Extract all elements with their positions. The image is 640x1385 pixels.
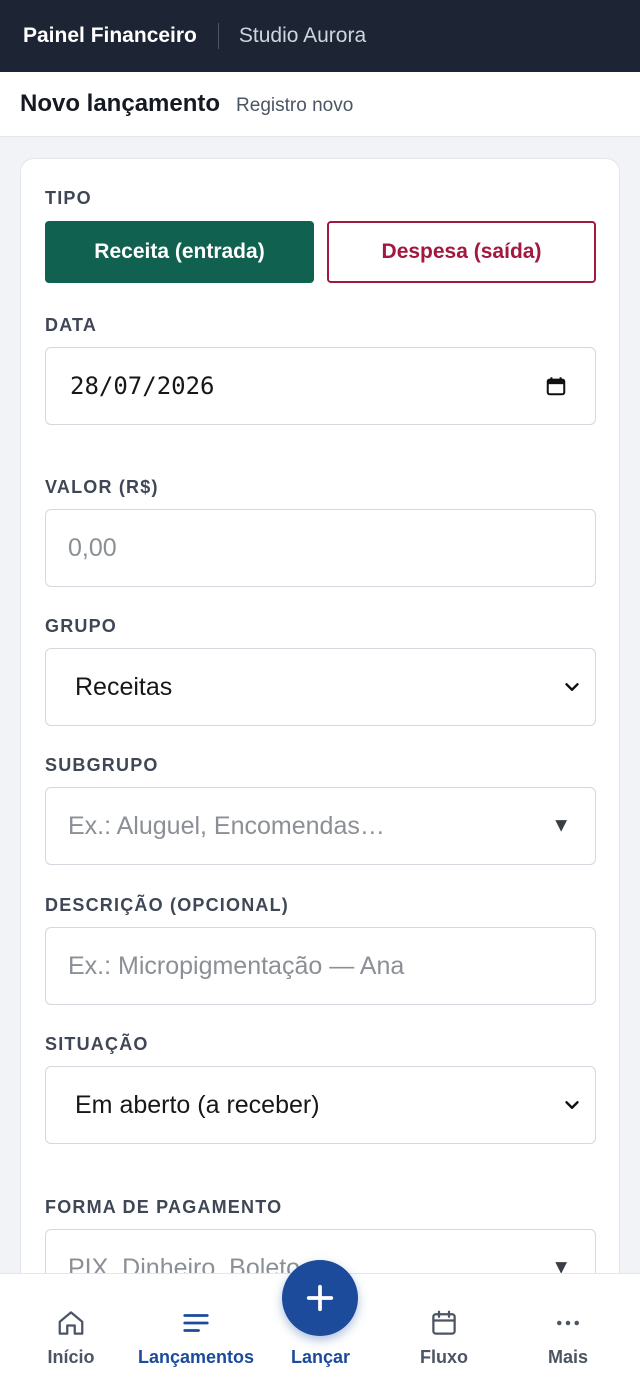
descricao-label: DESCRIÇÃO (OPCIONAL): [45, 895, 289, 915]
subgrupo-input[interactable]: Ex.: Aluguel, Encomendas… ▼: [45, 787, 596, 865]
chevron-down-icon: [565, 1101, 579, 1109]
valor-label: VALOR (R$): [45, 477, 159, 497]
situacao-select[interactable]: Em aberto (a receber): [45, 1066, 596, 1144]
subgrupo-label: SUBGRUPO: [45, 755, 159, 775]
more-icon: [557, 1320, 579, 1326]
date-input[interactable]: 28/07/2026: [45, 347, 596, 425]
calendar-icon[interactable]: [545, 375, 567, 397]
entry-form-card: TIPO Receita (entrada) Despesa (saída) D…: [20, 158, 620, 1307]
nav-fluxo-label: Fluxo: [420, 1347, 468, 1367]
descricao-input[interactable]: Ex.: Micropigmentação — Ana: [45, 927, 596, 1005]
nav-mais-label: Mais: [547, 1347, 589, 1367]
nav-fluxo[interactable]: Fluxo: [404, 1274, 484, 1385]
receita-button[interactable]: Receita (entrada): [45, 221, 314, 283]
lancar-fab-button[interactable]: [282, 1260, 358, 1336]
page-subtitle: Registro novo: [236, 94, 354, 116]
grupo-label: GRUPO: [45, 616, 118, 636]
despesa-button[interactable]: Despesa (saída): [327, 221, 596, 283]
chevron-down-icon: [565, 683, 579, 691]
subgrupo-placeholder: Ex.: Aluguel, Encomendas…: [68, 811, 385, 840]
dropdown-caret-icon[interactable]: ▼: [551, 815, 571, 838]
nav-inicio[interactable]: Início: [32, 1274, 110, 1385]
home-icon: [58, 1311, 84, 1335]
nav-lancamentos[interactable]: Lançamentos: [134, 1274, 258, 1385]
despesa-button-label: Despesa (saída): [381, 240, 542, 263]
valor-input[interactable]: 0,00: [45, 509, 596, 587]
app-brand: Painel Financeiro: [23, 24, 197, 47]
top-bar: Painel Financeiro Studio Aurora: [0, 0, 640, 72]
tipo-label: TIPO: [45, 188, 92, 208]
descricao-placeholder: Ex.: Micropigmentação — Ana: [68, 951, 405, 980]
plus-icon: [306, 1284, 334, 1312]
nav-mais[interactable]: Mais: [530, 1274, 606, 1385]
grupo-select[interactable]: Receitas: [45, 648, 596, 726]
forma-label: FORMA DE PAGAMENTO: [45, 1197, 283, 1217]
nav-lancar-label[interactable]: Lançar: [291, 1347, 350, 1368]
grupo-selected: Receitas: [75, 672, 173, 701]
valor-placeholder: 0,00: [68, 533, 117, 562]
date-value: 28/07/2026: [70, 372, 215, 400]
header-divider: [217, 23, 219, 49]
receita-button-label: Receita (entrada): [94, 240, 265, 263]
situacao-label: SITUAÇÃO: [45, 1034, 149, 1054]
page-title: Novo lançamento: [20, 90, 221, 117]
nav-inicio-label: Início: [47, 1347, 95, 1367]
company-name: Studio Aurora: [238, 24, 367, 47]
calendar-icon: [432, 1310, 456, 1335]
nav-lancamentos-label: Lançamentos: [137, 1347, 255, 1367]
page-header: Novo lançamento Registro novo: [0, 72, 640, 137]
data-label: DATA: [45, 315, 98, 335]
list-icon: [183, 1314, 209, 1332]
situacao-selected: Em aberto (a receber): [75, 1090, 320, 1119]
